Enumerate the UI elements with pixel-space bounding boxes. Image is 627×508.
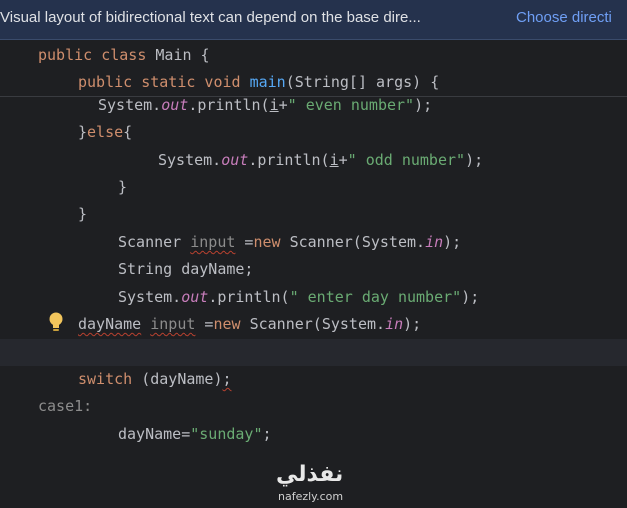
- code-line: System.out.println(i+" odd number");: [158, 151, 484, 169]
- code-line: dayName="sunday";: [118, 425, 272, 443]
- code-line: dayName input =new Scanner(System.in);: [78, 315, 422, 333]
- banner-message: Visual layout of bidirectional text can …: [0, 9, 421, 26]
- code-line: System.out.println(i+" even number");: [98, 96, 433, 114]
- choose-direction-link[interactable]: Choose directi: [516, 9, 612, 26]
- code-line: System.out.println(" enter day number");: [118, 288, 480, 306]
- sticky-scroll-header[interactable]: public class Main { public static void m…: [0, 41, 627, 97]
- code-line: Scanner input =new Scanner(System.in);: [118, 233, 462, 251]
- code-line: String dayName;: [118, 260, 254, 278]
- code-line: }else{: [78, 123, 133, 141]
- watermark-arabic: نفذلي: [276, 462, 344, 487]
- code-line: switch (dayName);: [78, 370, 232, 388]
- code-line-class: public class Main {: [38, 46, 210, 64]
- notification-banner: Visual layout of bidirectional text can …: [0, 0, 627, 40]
- code-line: case1:: [38, 397, 93, 415]
- lightbulb-icon[interactable]: [48, 312, 64, 334]
- code-line: }: [78, 205, 88, 223]
- code-line: }: [118, 178, 128, 196]
- current-line-highlight: [0, 339, 627, 366]
- nafezly-watermark: نفذلي nafezly.com: [272, 462, 356, 508]
- watermark-latin: nafezly.com: [278, 490, 344, 503]
